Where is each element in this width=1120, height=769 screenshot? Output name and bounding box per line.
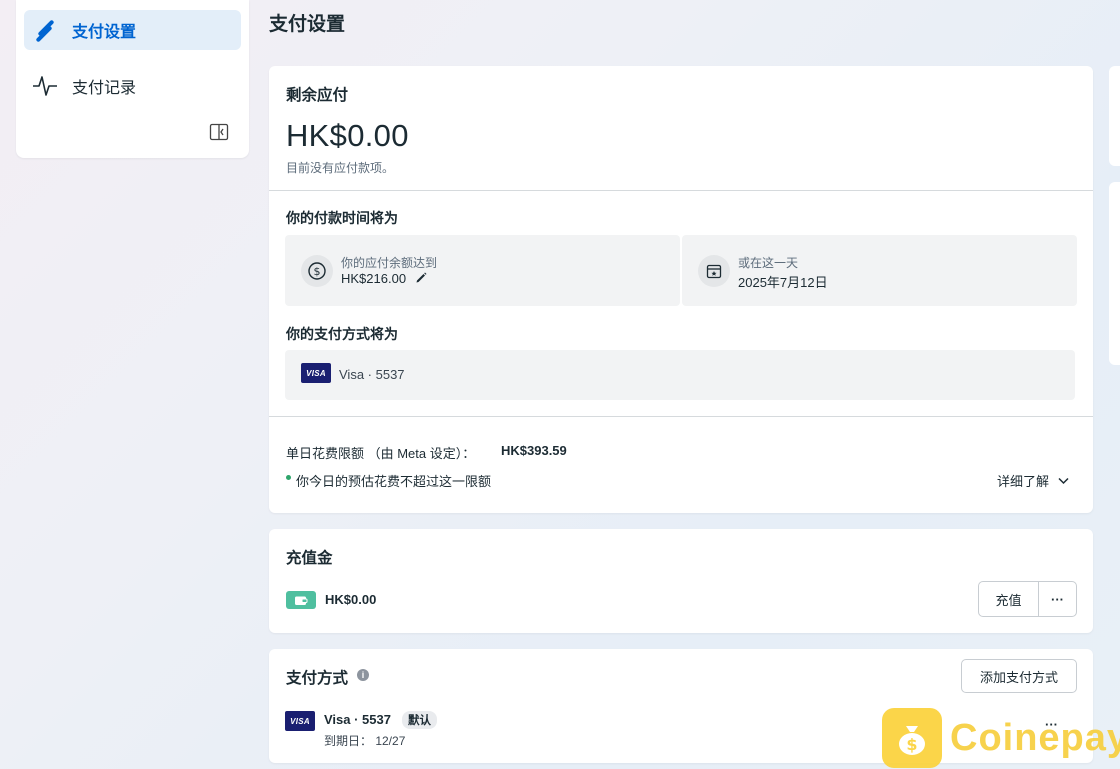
- card-text: Visa · 5537: [339, 367, 405, 382]
- wallet-icon: [286, 591, 316, 609]
- default-badge: 默认: [402, 711, 437, 729]
- balance-card: 剩余应付 HK$0.00 目前没有应付款项。 你的付款时间将为 $ 你的应付余额…: [269, 66, 1093, 513]
- more-options-button[interactable]: ···: [1038, 581, 1077, 617]
- svg-text:$: $: [906, 735, 917, 754]
- money-bag-icon: $: [882, 708, 942, 768]
- divider: [269, 190, 1093, 191]
- topup-button[interactable]: 充值: [978, 581, 1039, 617]
- sidebar-collapse-icon[interactable]: [209, 122, 229, 142]
- threshold-box: $ 你的应付余额达到 HK$216.00: [285, 235, 680, 306]
- daily-limit-label: 单日花费限额 （由 Meta 设定）：: [286, 446, 476, 461]
- sidebar-item-payment-settings[interactable]: 支付设置: [24, 10, 241, 50]
- page-title: 支付设置: [269, 14, 346, 35]
- learn-more-label: 详细了解: [997, 474, 1050, 489]
- schedule-heading: 你的付款时间将为: [286, 210, 398, 226]
- threshold-label: 你的应付余额达到: [341, 256, 438, 270]
- visa-card-icon: VISA: [285, 711, 315, 731]
- balance-note: 目前没有应付款项。: [286, 161, 395, 175]
- balance-heading: 剩余应付: [286, 87, 349, 104]
- payment-method-box: VISA Visa · 5537: [285, 350, 1075, 400]
- visa-card-icon: VISA: [301, 363, 331, 383]
- sidebar-item-label: 支付设置: [72, 24, 137, 41]
- chevron-down-icon: [1058, 472, 1069, 490]
- threshold-value: HK$216.00: [341, 271, 407, 286]
- side-panel-edge: [1109, 182, 1120, 365]
- add-payment-method-button[interactable]: 添加支付方式: [961, 659, 1077, 693]
- calendar-star-icon: [698, 255, 730, 287]
- prepaid-amount: HK$0.00: [325, 592, 377, 607]
- learn-more-toggle[interactable]: 详细了解: [997, 471, 1069, 490]
- daily-limit-value: HK$393.59: [501, 443, 567, 458]
- divider: [269, 416, 1093, 417]
- prepaid-card: 充值金 HK$0.00 充值 ···: [269, 529, 1093, 633]
- payment-method-heading: 你的支付方式将为: [286, 326, 398, 342]
- card-name: Visa · 5537: [324, 712, 391, 727]
- card-expiry: 到期日： 12/27: [324, 734, 406, 748]
- sidebar: 支付设置 支付记录: [16, 0, 249, 158]
- daily-limit-status: 你今日的预估花费不超过这一限额: [296, 474, 492, 489]
- activity-pulse-icon: [32, 73, 58, 99]
- side-panel-edge: [1109, 66, 1120, 166]
- prepaid-heading: 充值金: [286, 550, 333, 567]
- balance-amount: HK$0.00: [286, 118, 409, 153]
- edit-pencil-icon[interactable]: [415, 271, 428, 289]
- date-label: 或在这一天: [738, 256, 799, 270]
- dollar-circle-icon: $: [301, 255, 333, 287]
- sidebar-item-payment-history[interactable]: 支付记录: [24, 66, 241, 106]
- date-value: 2025年7月12日: [738, 275, 828, 290]
- date-box: 或在这一天 2025年7月12日: [682, 235, 1077, 306]
- watermark-brand: Coinepay: [950, 716, 1120, 759]
- svg-text:$: $: [314, 265, 321, 278]
- payment-methods-heading: 支付方式: [286, 670, 349, 687]
- pencil-lines-icon: [32, 17, 58, 43]
- status-dot: [286, 475, 291, 480]
- sidebar-item-label: 支付记录: [72, 80, 137, 97]
- coinepay-watermark: $ Coinepay: [882, 708, 1120, 768]
- info-icon[interactable]: i: [357, 669, 369, 681]
